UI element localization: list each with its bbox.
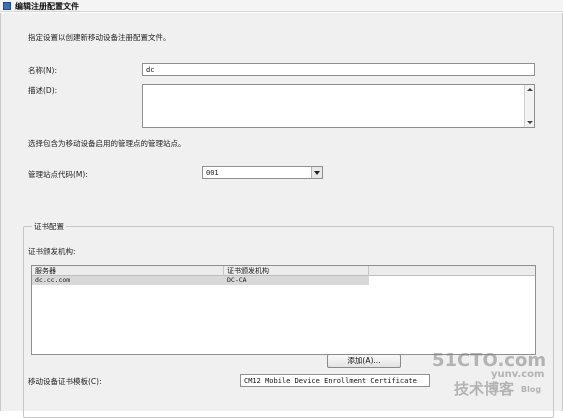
site-instruction-text: 选择包含为移动设备启用的管理点的管理站点。 — [28, 139, 186, 148]
watermark-text: 技术博客 — [454, 380, 515, 398]
template-input[interactable]: CM12 Mobile Device Enrollment Certificat… — [240, 374, 430, 387]
site-code-select[interactable]: 001 — [202, 166, 323, 179]
watermark-site: 51CTO.com — [432, 350, 547, 371]
scroll-up-icon[interactable] — [527, 88, 533, 91]
site-code-label: 管理站点代码(M): — [28, 170, 88, 179]
intro-text: 指定设置以创建新移动设备注册配置文件。 — [28, 33, 171, 42]
description-textarea[interactable] — [142, 84, 535, 128]
row-server: dc.cc.com — [35, 276, 71, 284]
window-icon — [3, 2, 11, 10]
dropdown-button[interactable] — [311, 167, 322, 178]
scroll-down-icon[interactable] — [527, 121, 533, 124]
window-title: 编辑注册配置文件 — [15, 2, 79, 11]
name-input[interactable]: dc — [142, 63, 535, 76]
ca-label: 证书颁发机构: — [28, 247, 76, 256]
description-label: 描述(D): — [28, 86, 58, 95]
ca-list[interactable]: 服务器 证书颁发机构 dc.cc.com DC-CA — [31, 265, 536, 355]
template-label: 移动设备证书模板(C): — [28, 377, 102, 386]
watermark-sub: Blog — [521, 385, 542, 394]
ca-list-header: 服务器 证书颁发机构 — [32, 266, 535, 276]
column-header-server[interactable]: 服务器 — [32, 266, 224, 276]
dialog-panel: 指定设置以创建新移动设备注册配置文件。 名称(N): dc 描述(D): 选择包… — [0, 13, 563, 418]
name-label: 名称(N): — [28, 66, 57, 75]
add-button[interactable]: 添加(A)... — [327, 354, 401, 368]
description-scrollbar[interactable] — [524, 85, 534, 127]
chevron-down-icon — [314, 171, 320, 175]
site-code-value: 001 — [206, 169, 219, 177]
row-ca: DC-CA — [227, 276, 247, 284]
title-bar: 编辑注册配置文件 — [0, 0, 563, 12]
column-header-ca[interactable]: 证书颁发机构 — [224, 266, 369, 276]
table-row[interactable]: dc.cc.com DC-CA — [32, 276, 369, 285]
watermark-site2: yunv.com — [491, 369, 545, 380]
certificate-group-title: 证书配置 — [32, 221, 66, 232]
